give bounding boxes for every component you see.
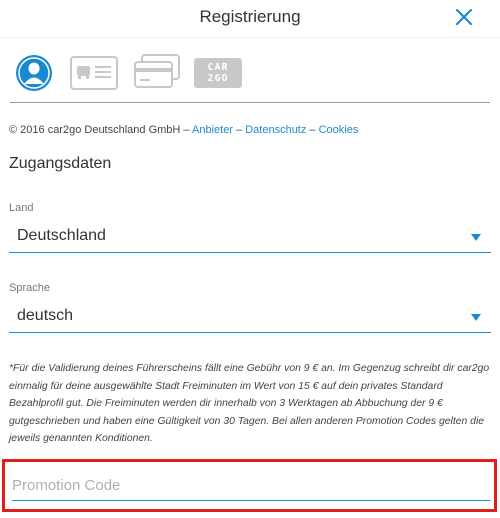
promo-highlight (2, 459, 497, 512)
sprache-label: Sprache (9, 282, 50, 294)
close-icon[interactable] (452, 5, 476, 29)
promotion-code-input[interactable] (12, 471, 490, 501)
car2go-logo-icon[interactable]: CAR 2GO (194, 58, 242, 88)
logo-line-1: CAR (207, 62, 229, 73)
land-label: Land (9, 202, 34, 214)
anbieter-link[interactable]: Anbieter (192, 124, 233, 136)
page-title: Registrierung (199, 7, 301, 26)
cookies-link[interactable]: Cookies (319, 124, 359, 136)
id-card-icon[interactable] (70, 56, 118, 90)
divider (10, 102, 490, 103)
copyright: © 2016 car2go Deutschland GmbH – Anbiete… (9, 124, 358, 136)
separator: – (180, 124, 192, 136)
copyright-text: © 2016 car2go Deutschland GmbH (9, 124, 181, 136)
disclaimer-text: *Für die Validierung deines Führerschein… (9, 363, 490, 444)
separator: – (306, 124, 319, 136)
section-title: Zugangsdaten (9, 155, 112, 172)
person-icon[interactable] (15, 54, 53, 92)
separator: – (232, 124, 246, 136)
registration-steps: CAR 2GO (10, 52, 490, 100)
datenschutz-link[interactable]: Datenschutz (245, 124, 306, 136)
land-value: Deutschland (17, 227, 106, 244)
land-select[interactable]: Deutschland (9, 219, 491, 253)
logo-line-2: 2GO (207, 73, 229, 84)
header: Registrierung (0, 0, 500, 38)
sprache-select[interactable]: deutsch (9, 299, 491, 333)
dropdown-arrow-icon (471, 314, 481, 321)
credit-card-icon[interactable] (134, 54, 180, 88)
dropdown-arrow-icon (471, 234, 481, 241)
sprache-value: deutsch (17, 307, 74, 324)
